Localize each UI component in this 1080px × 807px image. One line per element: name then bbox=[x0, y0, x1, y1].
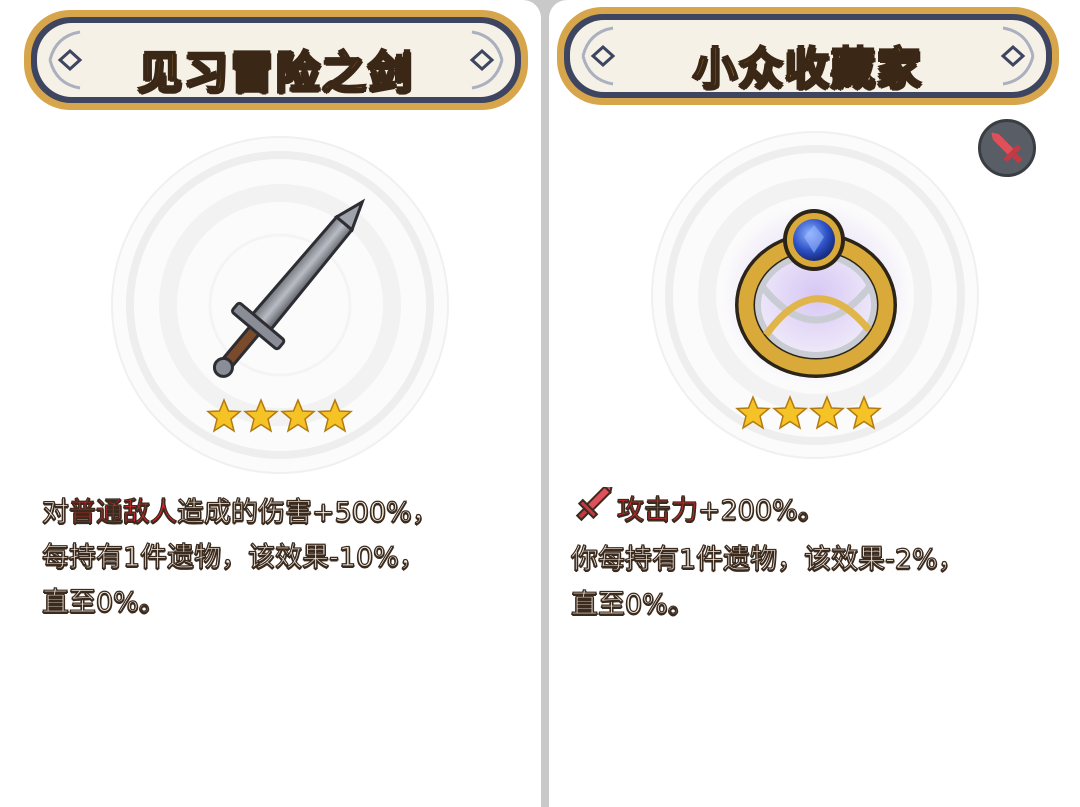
star-icon bbox=[846, 395, 882, 431]
relic-title: 见习冒险之剑 bbox=[137, 46, 414, 99]
attack-sword-icon bbox=[571, 483, 614, 537]
sword-icon bbox=[212, 198, 366, 378]
title-banner: 见习冒险之剑 bbox=[22, 8, 530, 112]
star-icon bbox=[317, 398, 353, 434]
star-icon bbox=[772, 395, 808, 431]
description-line-3: 直至0%。 bbox=[41, 586, 166, 618]
star-icon bbox=[735, 395, 771, 431]
sapphire-ring-icon bbox=[721, 203, 911, 387]
relic-card-apprentice-sword[interactable]: 见习冒险之剑 对普通敌人造成的伤害+500%， 每持有1件遗物，该效果-10%，… bbox=[0, 0, 541, 807]
relic-description: 攻击力+200%。 你每持有1件遗物，该效果-2%， 直至0%。 bbox=[570, 483, 965, 627]
star-icon bbox=[809, 395, 845, 431]
star-icon bbox=[206, 398, 242, 434]
description-line-3: 直至0%。 bbox=[570, 588, 695, 620]
keyword-highlight: 攻击力 bbox=[616, 494, 698, 526]
description-line-1: 攻击力+200%。 bbox=[571, 483, 965, 537]
relic-title: 小众收藏家 bbox=[692, 42, 923, 95]
sword-icon bbox=[991, 132, 1023, 164]
star-rating bbox=[735, 395, 882, 431]
star-icon bbox=[243, 398, 279, 434]
title-banner: 小众收藏家 bbox=[555, 5, 1061, 107]
attack-type-badge[interactable] bbox=[978, 119, 1036, 177]
star-rating bbox=[206, 398, 353, 434]
keyword-highlight: 普通敌人 bbox=[68, 496, 177, 528]
star-icon bbox=[280, 398, 316, 434]
description-line-2: 你每持有1件遗物，该效果-2%， bbox=[570, 543, 965, 575]
description-line-2: 每持有1件遗物，该效果-10%， bbox=[41, 541, 426, 573]
description-line-1: 对普通敌人造成的伤害+500%， bbox=[41, 496, 439, 528]
relic-description: 对普通敌人造成的伤害+500%， 每持有1件遗物，该效果-10%， 直至0%。 bbox=[41, 490, 439, 625]
